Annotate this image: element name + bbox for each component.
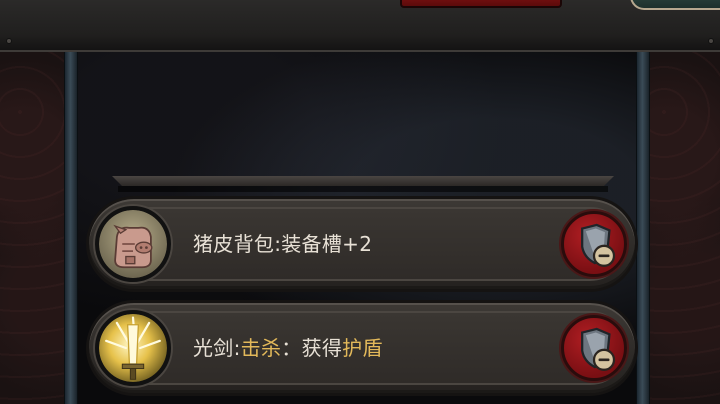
game-screen: 猪皮背包: 装备槽+2 光剑:击杀：获得护盾 xyxy=(0,0,720,404)
item-effect: 装备槽+2 xyxy=(281,232,373,256)
light-sword-icon xyxy=(95,310,171,386)
top-frame-bar xyxy=(0,0,720,52)
right-pillar xyxy=(636,52,650,404)
shield-minus-icon xyxy=(581,223,616,267)
pig-leather-backpack-icon xyxy=(95,206,171,282)
item-card-backpack[interactable]: 猪皮背包:装备槽+2 xyxy=(86,196,638,292)
remove-item-button[interactable] xyxy=(561,211,627,277)
item-separator: : xyxy=(233,336,241,360)
right-wall-decor xyxy=(644,52,720,404)
item-description: 猪皮背包:装备槽+2 xyxy=(193,199,372,289)
remove-item-button[interactable] xyxy=(561,315,627,381)
top-teal-button[interactable] xyxy=(630,0,720,10)
left-pillar xyxy=(64,52,78,404)
ledge-shadow xyxy=(118,186,608,192)
item-effect-trigger: 击杀 xyxy=(240,336,282,360)
item-name: 光剑 xyxy=(193,336,234,360)
item-effect-mid: ：获得 xyxy=(281,336,343,360)
item-effect-result: 护盾 xyxy=(342,336,383,360)
top-red-button[interactable] xyxy=(400,0,562,8)
item-card-lightsword[interactable]: 光剑:击杀：获得护盾 xyxy=(86,300,638,396)
list-top-ledge xyxy=(112,176,614,186)
item-name: 猪皮背包 xyxy=(193,232,275,256)
item-description: 光剑:击杀：获得护盾 xyxy=(193,303,383,393)
shield-minus-icon xyxy=(581,327,616,371)
